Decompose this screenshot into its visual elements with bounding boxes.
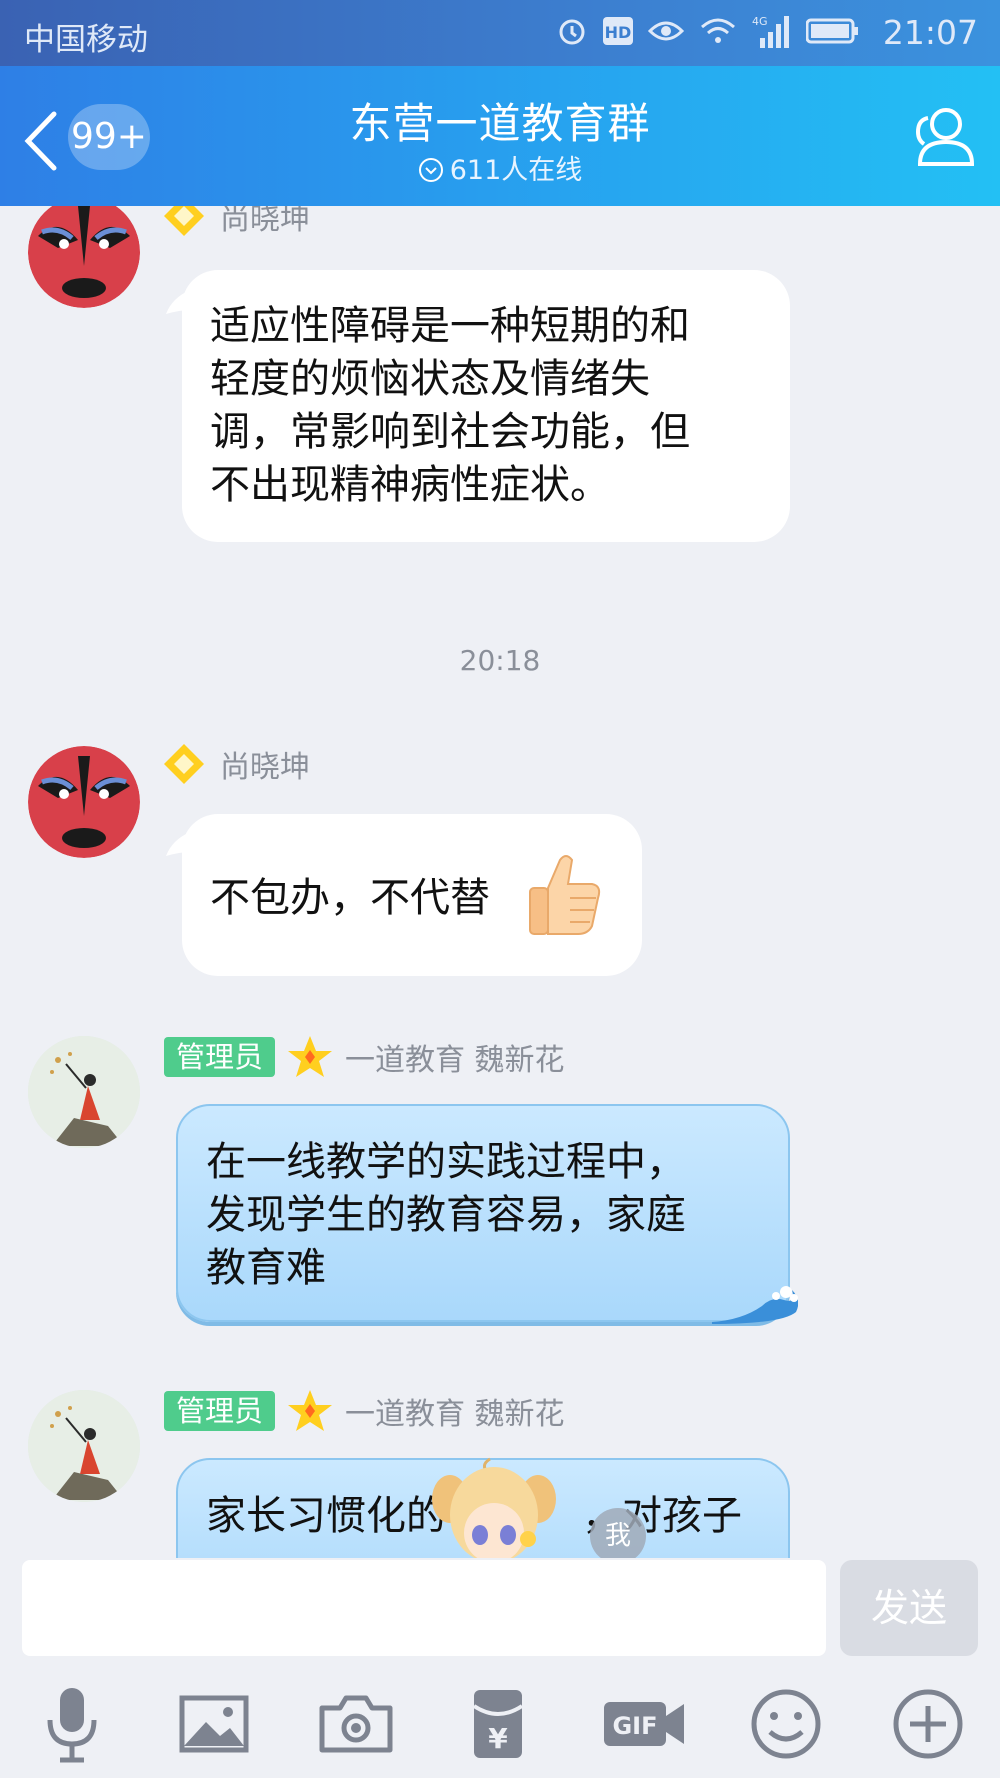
sender-line: 尚晓坤 — [162, 206, 310, 238]
message-line: 适应性障碍是一种短期的和 — [210, 303, 690, 349]
gif-icon[interactable]: GIF — [600, 1684, 690, 1764]
group-members-icon[interactable] — [906, 102, 976, 172]
composer: 发送 ¥ GIF — [0, 1558, 1000, 1778]
emoji-icon[interactable] — [746, 1684, 826, 1764]
message-line: 在一线教学的实践过程中， — [206, 1139, 686, 1185]
star-rank-icon — [288, 1390, 333, 1431]
sender-name[interactable]: 尚晓坤 — [220, 742, 310, 786]
svg-text:HD: HD — [605, 23, 632, 42]
red-packet-icon[interactable]: ¥ — [458, 1684, 538, 1764]
sender-name[interactable]: 一道教育 魏新花 — [345, 1035, 565, 1079]
painting-avatar-icon — [28, 1036, 140, 1148]
message-input[interactable] — [22, 1560, 826, 1656]
avatar[interactable] — [28, 1036, 140, 1148]
message-line: 调，常影响到社会功能，但 — [210, 409, 690, 455]
hd-icon: HD — [603, 17, 633, 45]
message-line: 教育难 — [206, 1245, 326, 1291]
carrier-name: 中国移动 — [24, 22, 148, 58]
online-count[interactable]: 611人在线 — [0, 148, 1000, 187]
thumbs-up-icon — [529, 855, 601, 935]
admin-badge: 管理员 — [164, 1391, 276, 1431]
wifi-icon — [701, 18, 735, 43]
sender-name[interactable]: 尚晓坤 — [220, 206, 310, 238]
sender-line: 尚晓坤 — [162, 742, 310, 786]
message-line: 不出现精神病性症状。 — [210, 462, 610, 508]
message-list[interactable]: 尚晓坤 适应性障碍是一种短期的和 轻度的烦恼状态及情绪失 调，常影响到社会功能，… — [0, 206, 1000, 1558]
avatar[interactable] — [28, 746, 140, 858]
admin-badge: 管理员 — [164, 1037, 276, 1077]
avatar[interactable] — [28, 206, 140, 308]
me-badge[interactable]: 我 — [590, 1508, 646, 1564]
eye-icon — [648, 21, 684, 41]
message-bubble[interactable]: 不包办，不代替 — [182, 814, 642, 976]
star-rank-icon — [288, 1036, 333, 1077]
message-bubble[interactable]: 适应性障碍是一种短期的和 轻度的烦恼状态及情绪失 调，常影响到社会功能，但 不出… — [182, 270, 790, 542]
svg-text:¥: ¥ — [488, 1722, 508, 1755]
microphone-icon[interactable] — [32, 1684, 112, 1764]
diamond-rank-icon — [164, 206, 204, 236]
plus-icon[interactable] — [888, 1684, 968, 1764]
avatar[interactable] — [28, 1390, 140, 1502]
online-count-text: 611人在线 — [449, 155, 583, 186]
camera-icon[interactable] — [316, 1684, 396, 1764]
opera-mask-avatar-icon — [28, 206, 140, 308]
sender-line: 管理员 一道教育 魏新花 — [164, 1388, 565, 1434]
mascot-avatar-icon[interactable] — [430, 1455, 560, 1565]
clock: 21:07 — [882, 13, 978, 52]
opera-mask-avatar-icon — [28, 746, 140, 858]
alarm-icon — [559, 19, 585, 45]
message-line: 发现学生的教育容易，家庭 — [206, 1192, 686, 1238]
sender-name[interactable]: 一道教育 魏新花 — [345, 1389, 565, 1433]
sender-line: 管理员 一道教育 魏新花 — [164, 1034, 565, 1080]
status-bar: 中国移动 HD 4G 21:07 — [0, 0, 1000, 66]
chevron-down-icon — [418, 158, 443, 182]
image-icon[interactable] — [174, 1684, 254, 1764]
wave-decoration-icon — [712, 1286, 798, 1324]
svg-text:GIF: GIF — [612, 1712, 657, 1740]
chat-header: 99+ 东营一道教育群 611人在线 — [0, 66, 1000, 206]
4g-signal-icon: 4G — [752, 15, 789, 48]
input-toolbar: ¥ GIF — [0, 1684, 1000, 1774]
message-text: 家长习惯化的 — [206, 1493, 446, 1539]
status-icons: HD 4G — [556, 14, 860, 48]
diamond-rank-icon — [164, 744, 204, 784]
svg-text:4G: 4G — [752, 15, 768, 28]
timestamp: 20:18 — [459, 644, 541, 677]
painting-avatar-icon — [28, 1390, 140, 1502]
message-bubble[interactable]: 在一线教学的实践过程中， 发现学生的教育容易，家庭 教育难 — [176, 1104, 798, 1324]
battery-icon — [806, 18, 858, 44]
group-title[interactable]: 东营一道教育群 — [0, 90, 1000, 151]
send-button[interactable]: 发送 — [840, 1560, 978, 1656]
message-line: 轻度的烦恼状态及情绪失 — [210, 356, 650, 402]
message-text: 不包办，不代替 — [210, 875, 490, 921]
